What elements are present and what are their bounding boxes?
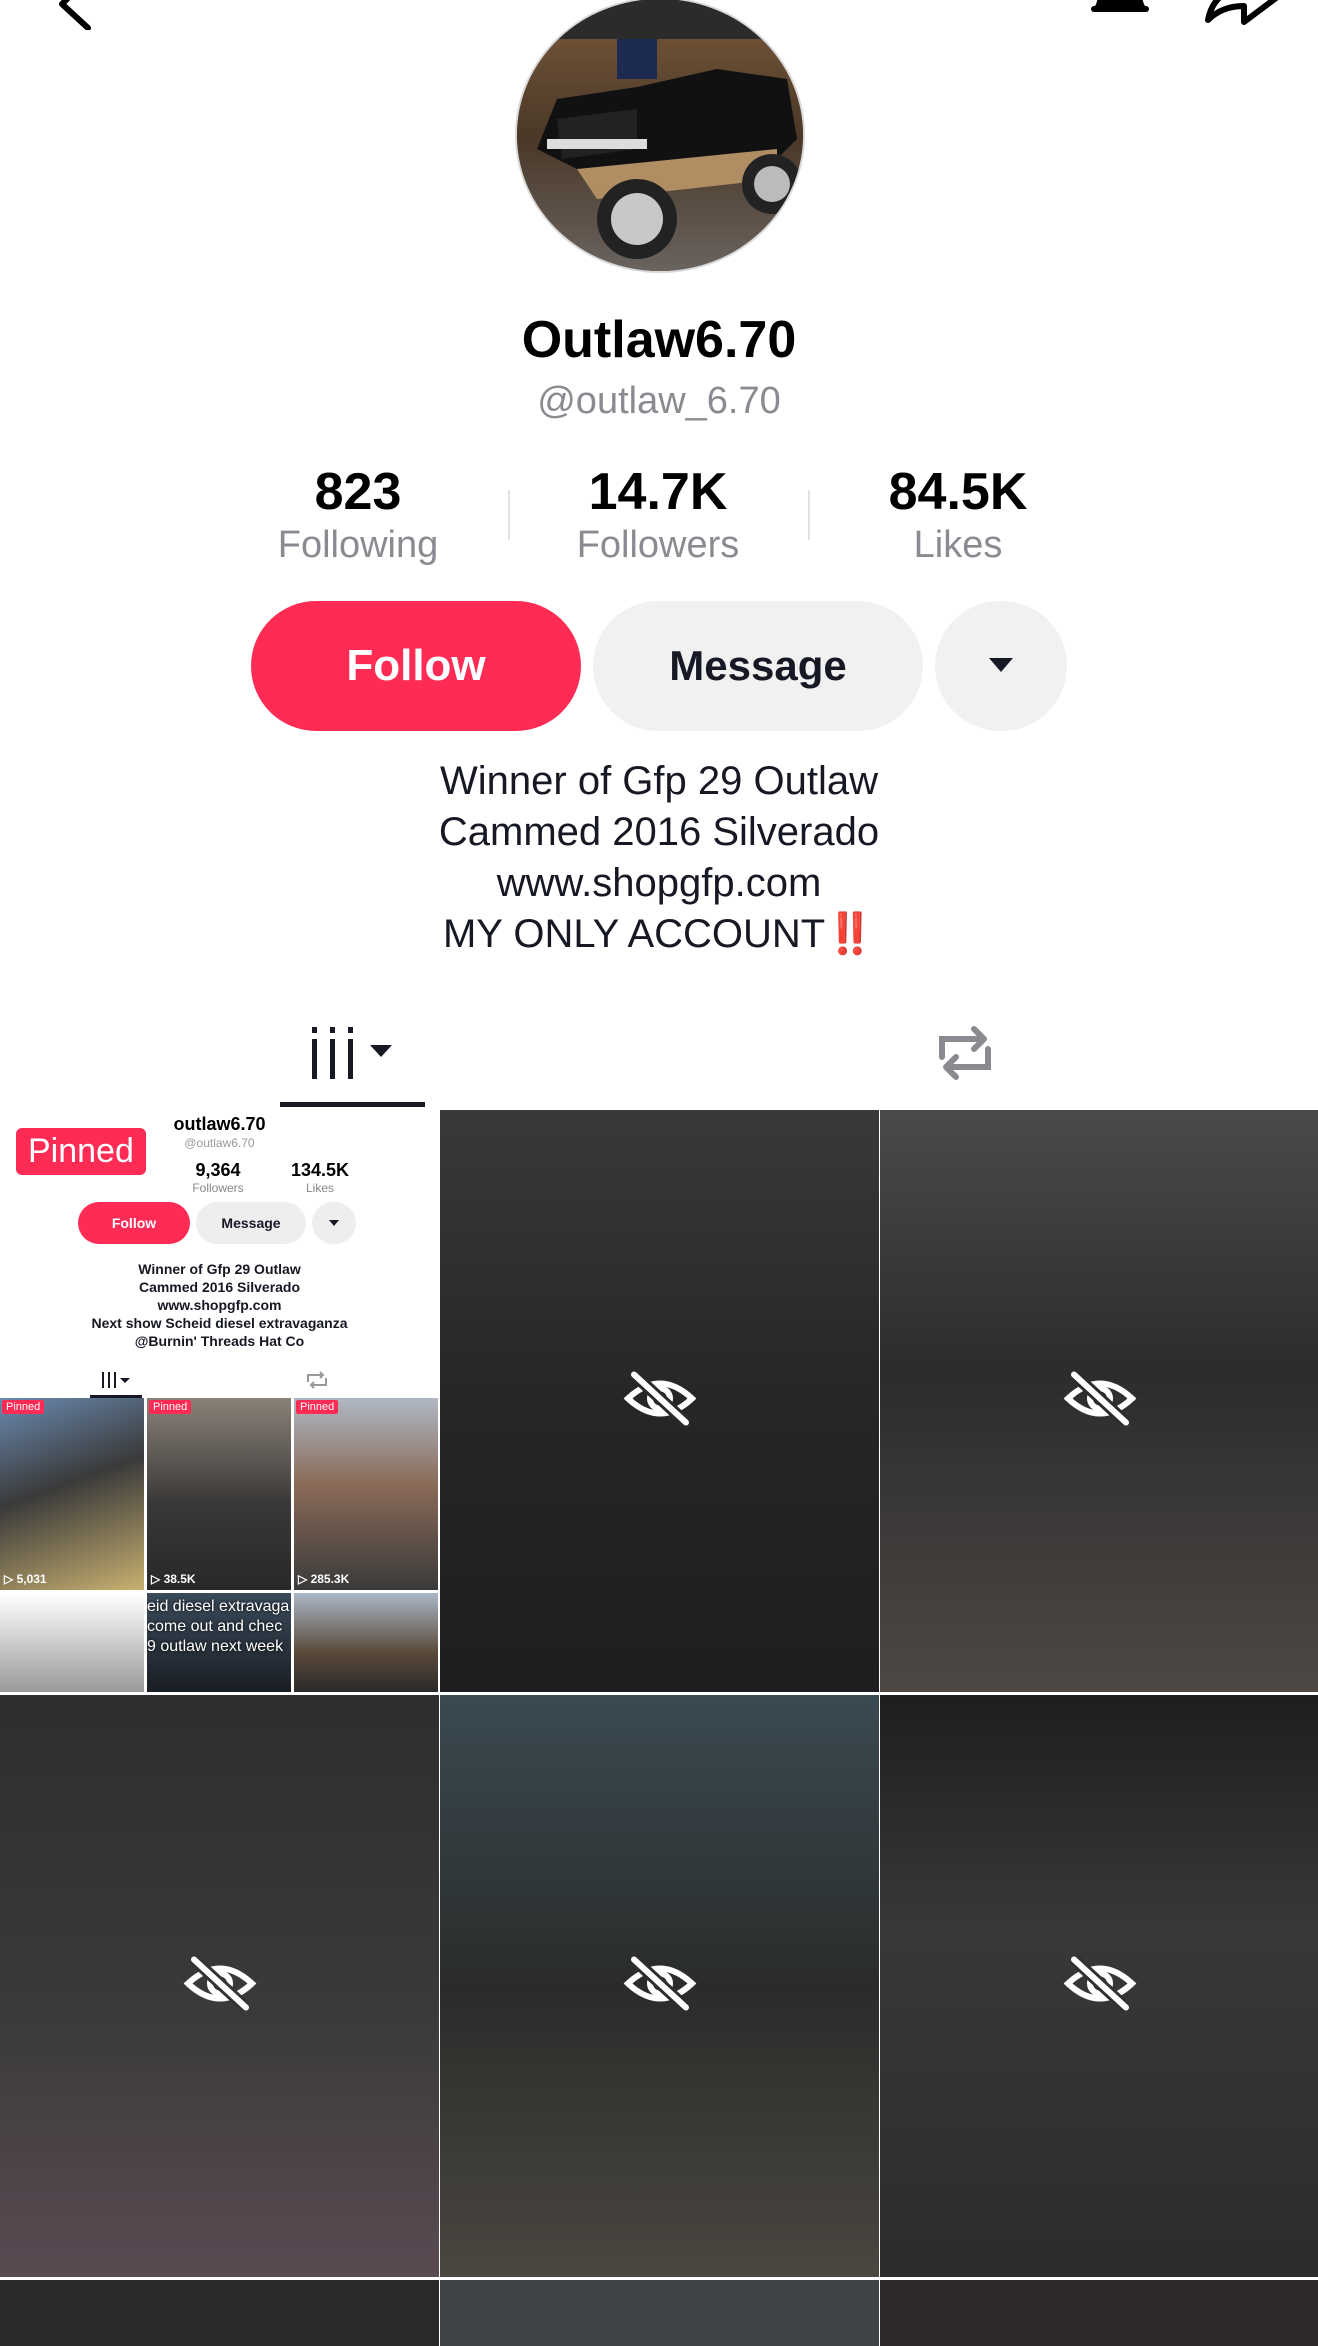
video-grid-icon	[102, 1372, 130, 1388]
preview-stat-label: Followers	[192, 1181, 244, 1195]
preview-thumb-badge: Pinned	[296, 1400, 339, 1414]
eye-slash-icon	[182, 1954, 258, 2019]
stat-label: Followers	[576, 524, 740, 566]
more-options-button[interactable]	[935, 601, 1067, 731]
preview-thumb	[0, 1593, 144, 1692]
preview-bio-line: Winner of Gfp 29 Outlaw	[138, 1261, 301, 1277]
repost-icon	[307, 1371, 327, 1389]
bio-line: Cammed 2016 Silverado	[438, 810, 880, 854]
stat-value: 84.5K	[888, 463, 1028, 521]
caret-down-icon	[987, 656, 1015, 677]
repost-icon	[932, 1023, 998, 1088]
preview-thumb: eid diesel extravaga come out and chec 9…	[147, 1593, 291, 1692]
preview-bio-line: www.shopgfp.com	[157, 1297, 282, 1313]
preview-stat: 134.5K Likes	[270, 1160, 370, 1195]
stat-likes[interactable]: 84.5K Likes	[808, 462, 1108, 567]
eye-slash-icon	[622, 1954, 698, 2019]
eye-slash-icon	[1062, 1954, 1138, 2019]
bio-line-wrapper: MY ONLY ACCOUNT‼️	[0, 909, 1318, 960]
bell-icon[interactable]	[1085, 0, 1155, 27]
caret-down-icon	[329, 1220, 339, 1226]
preview-thumb: Pinned ▷ 38.5K	[147, 1398, 291, 1590]
video-tile-hidden[interactable]	[880, 2280, 1318, 2346]
video-tile-hidden[interactable]	[0, 1695, 439, 2277]
video-tile-pinned[interactable]: outlaw6.70 @outlaw6.70 Following 9,364 F…	[0, 1110, 439, 1692]
video-tile-hidden[interactable]	[880, 1695, 1318, 2277]
chevron-left-icon[interactable]	[50, 0, 100, 35]
preview-thumb: Pinned ▷ 285.3K	[294, 1398, 438, 1590]
preview-bio-line: @Burnin' Threads Hat Co	[134, 1333, 305, 1349]
video-grid-icon	[308, 1025, 398, 1086]
preview-thumb	[294, 1593, 438, 1692]
profile-stats: 823 Following 14.7K Followers 84.5K Like…	[0, 462, 1318, 572]
video-tile-hidden[interactable]	[0, 2280, 439, 2346]
preview-caption-line: 9 outlaw next week	[147, 1638, 284, 1655]
video-grid: outlaw6.70 @outlaw6.70 Following 9,364 F…	[0, 1110, 1318, 2346]
bio-link[interactable]: www.shopgfp.com	[0, 858, 1318, 909]
bio-line: MY ONLY ACCOUNT	[442, 912, 826, 956]
pinned-video-preview: outlaw6.70 @outlaw6.70 Following 9,364 F…	[0, 1110, 439, 1692]
eye-slash-icon	[1062, 1369, 1138, 1434]
stat-value: 14.7K	[588, 463, 728, 521]
preview-bio: Winner of Gfp 29 Outlaw Cammed 2016 Silv…	[0, 1260, 439, 1350]
follow-button[interactable]: Follow	[251, 601, 581, 731]
preview-bio-line: Cammed 2016 Silverado	[138, 1279, 301, 1295]
share-arrow-icon[interactable]	[1200, 0, 1280, 31]
preview-stat-label: Likes	[305, 1181, 334, 1195]
preview-more-button	[312, 1202, 356, 1244]
video-tile-hidden[interactable]	[440, 1695, 879, 2277]
preview-stat-value: 134.5K	[290, 1160, 350, 1180]
preview-thumb-views: ▷ 5,031	[4, 1572, 47, 1586]
preview-thumb-badge: Pinned	[149, 1400, 192, 1414]
preview-follow-button: Follow	[78, 1202, 190, 1244]
preview-tabs	[0, 1360, 439, 1400]
preview-thumb-badge: Pinned	[2, 1400, 45, 1414]
display-name: Outlaw6.70	[521, 311, 797, 369]
preview-caption-line: eid diesel extravaga	[147, 1598, 290, 1615]
message-button[interactable]: Message	[593, 601, 923, 731]
preview-caption-line: come out and chec	[147, 1618, 283, 1635]
video-tile-hidden[interactable]	[880, 1110, 1318, 1692]
preview-bio-line: Next show Scheid diesel extravaganza	[91, 1315, 348, 1331]
preview-stat-value: 9,364	[195, 1160, 241, 1180]
preview-message-button: Message	[196, 1202, 306, 1244]
stat-following[interactable]: 823 Following	[208, 462, 508, 567]
bio-line: Winner of Gfp 29 Outlaw	[440, 759, 878, 803]
stat-label: Likes	[913, 524, 1003, 566]
stat-value: 823	[314, 463, 402, 521]
double-exclamation-emoji: ‼️	[825, 912, 876, 956]
avatar[interactable]	[515, 0, 805, 273]
tab-reposts[interactable]	[900, 1000, 1030, 1110]
preview-caption: eid diesel extravaga come out and chec 9…	[147, 1597, 291, 1657]
pinned-badge: Pinned	[16, 1128, 146, 1175]
content-tabs	[0, 1000, 1318, 1110]
preview-stat: 9,364 Followers	[168, 1160, 268, 1195]
preview-thumb-views: ▷ 38.5K	[151, 1572, 196, 1586]
tab-videos[interactable]	[280, 1000, 425, 1110]
video-tile-hidden[interactable]	[440, 2280, 879, 2346]
preview-thumb: Pinned ▷ 5,031	[0, 1398, 144, 1590]
active-tab-indicator	[280, 1102, 425, 1107]
eye-slash-icon	[622, 1369, 698, 1434]
video-tile-hidden[interactable]	[440, 1110, 879, 1692]
username-handle: @outlaw_6.70	[537, 380, 781, 422]
profile-bio: Winner of Gfp 29 Outlaw Cammed 2016 Silv…	[0, 756, 1318, 960]
preview-thumb-views: ▷ 285.3K	[298, 1572, 350, 1586]
stat-label: Following	[277, 524, 439, 566]
stat-followers[interactable]: 14.7K Followers	[508, 462, 808, 567]
